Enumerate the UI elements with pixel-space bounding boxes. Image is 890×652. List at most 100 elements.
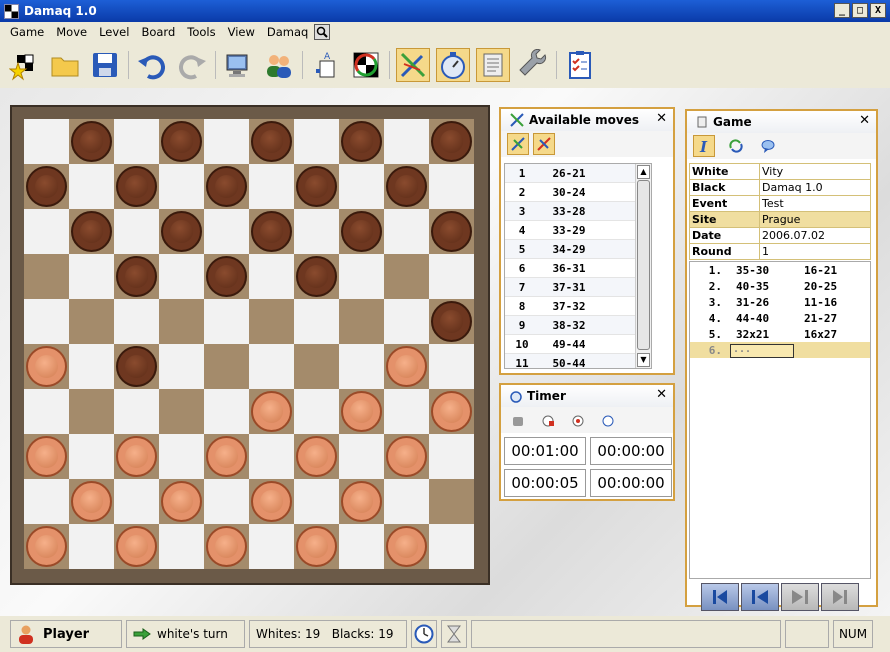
white-piece[interactable] — [26, 526, 67, 567]
checklist-button[interactable] — [563, 48, 597, 82]
game-move-row[interactable]: 3. 31-26 11-16 — [690, 294, 870, 310]
stop-timer-button[interactable] — [567, 409, 589, 431]
tag-value[interactable]: 1 — [759, 243, 871, 260]
dark-square[interactable] — [204, 164, 249, 209]
dark-square[interactable] — [249, 479, 294, 524]
black-move[interactable]: 21-27 — [798, 312, 868, 325]
dark-square[interactable] — [339, 299, 384, 344]
dark-square[interactable] — [114, 254, 159, 299]
black-piece[interactable] — [296, 166, 337, 207]
dark-square[interactable] — [159, 389, 204, 434]
open-button[interactable] — [48, 48, 82, 82]
black-piece[interactable] — [161, 211, 202, 252]
game-move-row[interactable]: 5. 32x21 16x27 — [690, 326, 870, 342]
black-move[interactable]: 16x27 — [798, 328, 868, 341]
available-move-row[interactable]: 3 33-28 — [505, 202, 651, 221]
white-piece[interactable] — [26, 436, 67, 477]
menu-view[interactable]: View — [222, 25, 261, 39]
dark-square[interactable] — [24, 344, 69, 389]
dark-square[interactable] — [339, 389, 384, 434]
undo-button[interactable] — [135, 48, 169, 82]
pause-timer-button[interactable] — [507, 409, 529, 431]
game-analysis-button[interactable] — [725, 135, 747, 157]
dark-square[interactable] — [204, 344, 249, 389]
available-move-row[interactable]: 2 30-24 — [505, 183, 651, 202]
dark-square[interactable] — [69, 299, 114, 344]
available-move-row[interactable]: 11 50-44 — [505, 354, 651, 368]
dark-square[interactable] — [429, 479, 474, 524]
black-piece[interactable] — [251, 211, 292, 252]
last-move-button[interactable] — [821, 583, 859, 611]
close-icon[interactable]: ✕ — [656, 387, 667, 402]
white-piece[interactable] — [116, 526, 157, 567]
hint-move-button[interactable] — [533, 133, 555, 155]
search-icon[interactable] — [314, 24, 331, 40]
dark-square[interactable] — [429, 209, 474, 254]
white-move[interactable]: 35-30 — [728, 264, 798, 277]
white-piece[interactable] — [296, 526, 337, 567]
black-piece[interactable] — [71, 211, 112, 252]
black-piece[interactable] — [116, 346, 157, 387]
white-piece[interactable] — [161, 481, 202, 522]
game-move-row[interactable]: 1. 35-30 16-21 — [690, 262, 870, 278]
dark-square[interactable] — [384, 344, 429, 389]
moves-scrollbar[interactable]: ▲ ▼ — [635, 164, 651, 368]
black-piece[interactable] — [431, 211, 472, 252]
dark-square[interactable] — [384, 164, 429, 209]
game-tag-row[interactable]: White Vity — [689, 163, 871, 180]
dark-square[interactable] — [429, 299, 474, 344]
dark-square[interactable] — [339, 119, 384, 164]
game-info-button[interactable]: I — [693, 135, 715, 157]
black-piece[interactable] — [386, 166, 427, 207]
clock-status[interactable] — [411, 620, 437, 648]
dark-square[interactable] — [159, 119, 204, 164]
available-move-row[interactable]: 1 26-21 — [505, 164, 651, 183]
dark-square[interactable] — [24, 254, 69, 299]
available-move-row[interactable]: 5 34-29 — [505, 240, 651, 259]
players-button[interactable] — [262, 48, 296, 82]
dark-square[interactable] — [159, 479, 204, 524]
dark-square[interactable] — [249, 119, 294, 164]
black-piece[interactable] — [116, 166, 157, 207]
game-tag-row[interactable]: Site Prague — [689, 211, 871, 228]
white-piece[interactable] — [116, 436, 157, 477]
menu-board[interactable]: Board — [135, 25, 181, 39]
tag-value[interactable]: Vity — [759, 163, 871, 180]
menu-level[interactable]: Level — [93, 25, 135, 39]
dark-square[interactable] — [204, 524, 249, 569]
dark-square[interactable] — [429, 119, 474, 164]
black-move[interactable]: 11-16 — [798, 296, 868, 309]
dark-square[interactable] — [24, 164, 69, 209]
available-move-row[interactable]: 10 49-44 — [505, 335, 651, 354]
previous-move-button[interactable] — [741, 583, 779, 611]
close-icon[interactable]: ✕ — [859, 113, 870, 128]
black-piece[interactable] — [431, 121, 472, 162]
black-piece[interactable] — [71, 121, 112, 162]
dark-square[interactable] — [114, 524, 159, 569]
computer-button[interactable] — [222, 48, 256, 82]
dark-square[interactable] — [294, 344, 339, 389]
flip-board-button[interactable] — [349, 48, 383, 82]
black-move[interactable]: 16-21 — [798, 264, 868, 277]
first-move-button[interactable] — [701, 583, 739, 611]
timer-button[interactable] — [436, 48, 470, 82]
dark-square[interactable] — [159, 209, 204, 254]
white-move[interactable]: 32x21 — [728, 328, 798, 341]
menu-damaq[interactable]: Damaq — [261, 25, 314, 39]
white-piece[interactable] — [341, 481, 382, 522]
dark-square[interactable] — [114, 344, 159, 389]
black-move[interactable]: 20-25 — [798, 280, 868, 293]
dark-square[interactable] — [69, 209, 114, 254]
dark-square[interactable] — [204, 434, 249, 479]
scroll-up-icon[interactable]: ▲ — [637, 165, 650, 179]
setup-board-button[interactable]: A — [309, 48, 343, 82]
dark-square[interactable] — [384, 434, 429, 479]
show-moves-button[interactable] — [507, 133, 529, 155]
dark-square[interactable] — [159, 299, 204, 344]
dark-square[interactable] — [384, 254, 429, 299]
white-piece[interactable] — [386, 346, 427, 387]
tag-value[interactable]: Damaq 1.0 — [759, 179, 871, 196]
black-piece[interactable] — [26, 166, 67, 207]
reset-timer-button[interactable] — [537, 409, 559, 431]
white-move[interactable]: 40-35 — [728, 280, 798, 293]
